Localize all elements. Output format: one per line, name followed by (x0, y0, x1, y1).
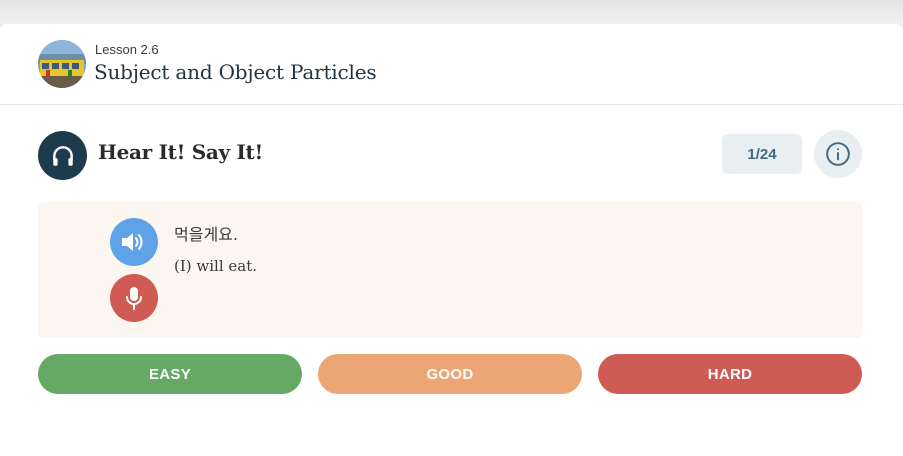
browser-top-strip (0, 0, 903, 24)
record-button[interactable] (110, 274, 158, 322)
speaker-icon (122, 233, 143, 251)
hard-button[interactable]: HARD (598, 354, 862, 394)
info-button[interactable] (814, 130, 862, 178)
lesson-photo-thumbnail (38, 40, 86, 88)
lesson-card: Lesson 2.6 Subject and Object Particles … (0, 24, 903, 456)
lesson-number: Lesson 2.6 (95, 42, 159, 57)
microphone-icon (126, 287, 142, 310)
easy-button[interactable]: EASY (38, 354, 302, 394)
english-translation: (I) will eat. (174, 257, 258, 275)
play-audio-button[interactable] (110, 218, 158, 266)
good-button[interactable]: GOOD (318, 354, 582, 394)
lesson-header: Lesson 2.6 Subject and Object Particles (0, 24, 903, 105)
korean-phrase: 먹을게요. (174, 225, 238, 244)
lesson-title: Subject and Object Particles (94, 60, 377, 84)
info-icon (826, 142, 850, 166)
headphones-icon (38, 131, 87, 180)
card-counter: 1/24 (722, 134, 802, 174)
section-title: Hear It! Say It! (98, 140, 263, 164)
lesson-thumbnail (38, 40, 86, 88)
phrase-panel: 먹을게요. (I) will eat. (38, 202, 862, 338)
